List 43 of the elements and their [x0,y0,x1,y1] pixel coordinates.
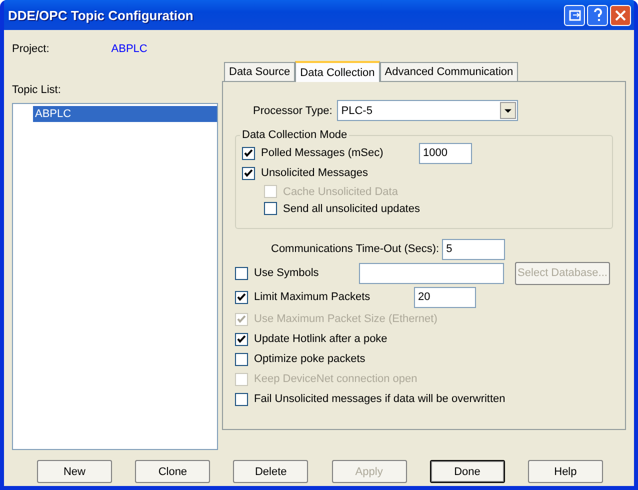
text-field[interactable] [359,262,504,284]
dialog-button[interactable]: Done [430,460,505,483]
checkbox-label: Optimize poke packets [254,353,366,365]
text-field[interactable]: 20 [414,286,476,308]
checkbox[interactable] [235,332,248,346]
checkbox-label: Unsolicited Messages [261,167,369,179]
topic-list-label: Topic List: [12,84,62,96]
polled-interval-field[interactable]: 1000 [419,142,472,164]
checkbox[interactable] [264,202,277,215]
tab[interactable]: Data Collection [295,61,380,82]
checkbox[interactable] [235,266,248,280]
checkbox-label: Cache Unsolicited Data [283,186,398,198]
group-title: Data Collection Mode [242,129,348,141]
checkbox[interactable] [235,290,248,304]
dialog-button[interactable]: Help [528,460,603,483]
topic-list-item[interactable]: ABPLC [33,106,217,122]
checkbox-label: Use Maximum Packet Size (Ethernet) [254,313,438,325]
checkbox-label: Send all unsolicited updates [283,202,420,214]
dialog-button[interactable]: Clone [135,460,210,483]
dialog-button[interactable]: New [37,460,112,483]
checkbox[interactable] [242,146,255,160]
timeout-label: Communications Time-Out (Secs): [271,243,440,255]
processor-type-label: Processor Type: [253,104,332,116]
window-title: DDE/OPC Topic Configuration [8,8,194,22]
tab[interactable]: Advanced Communication [380,62,518,81]
project-label: Project: [12,43,50,55]
processor-type-dropdown[interactable]: PLC-5 [337,100,518,121]
help-icon[interactable] [587,4,608,26]
checkbox-label: Fail Unsolicited messages if data will be overwritten [254,393,506,405]
tab[interactable]: Data Source [224,62,296,81]
checkbox-label: Update Hotlink after a poke [254,333,388,345]
checkbox-label: Keep DeviceNet connection open [254,373,418,385]
checkbox-label: Use Symbols [254,267,320,279]
close-icon[interactable] [610,4,631,26]
project-name: ABPLC [111,43,148,55]
checkbox-label: Limit Maximum Packets [254,291,372,303]
timeout-field[interactable]: 5 [442,238,506,260]
checkbox[interactable] [235,392,248,406]
checkbox[interactable] [235,352,248,366]
restore-icon[interactable] [564,4,585,26]
checkbox[interactable] [242,166,255,180]
dialog-button[interactable]: Delete [233,460,308,483]
checkbox-label: Polled Messages (mSec) [261,147,384,159]
